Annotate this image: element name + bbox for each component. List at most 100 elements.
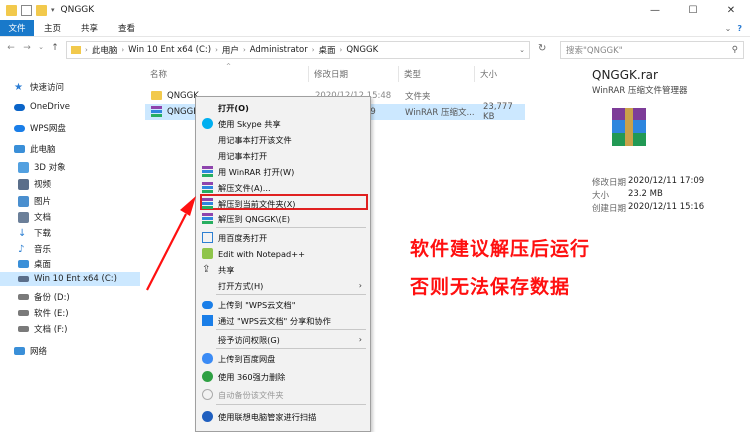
- menu-item-wps-upload[interactable]: 上传到 "WPS云文档": [196, 297, 370, 312]
- close-button[interactable]: ✕: [712, 0, 750, 20]
- menu-item-label: 打开方式(H): [218, 280, 264, 291]
- menu-item-grant-access[interactable]: 授予访问权限(G) ›: [196, 332, 370, 347]
- menu-item-extract-files[interactable]: 解压文件(A)...: [196, 180, 370, 195]
- back-icon[interactable]: ←: [4, 43, 18, 53]
- address-dropdown-icon[interactable]: ⌄: [515, 46, 529, 54]
- refresh-icon[interactable]: ↻: [538, 43, 546, 54]
- sidebar-item-pictures[interactable]: 图片: [18, 194, 140, 208]
- menu-item-baidu-open[interactable]: 用百度秀打开: [196, 230, 370, 245]
- context-menu: 打开(O) 使用 Skype 共享 用记事本打开该文件 用记事本打开 用 Win…: [195, 96, 371, 432]
- forward-icon[interactable]: →: [20, 43, 34, 53]
- sidebar-item-3d-objects[interactable]: 3D 对象: [18, 160, 140, 174]
- new-folder-icon[interactable]: [36, 4, 47, 16]
- tab-share[interactable]: 共享: [71, 20, 108, 36]
- menu-item-open[interactable]: 打开(O): [196, 100, 370, 115]
- breadcrumb-this-pc[interactable]: 此电脑: [92, 44, 118, 56]
- sidebar-item-downloads[interactable]: ↓ 下载: [18, 226, 140, 240]
- document-icon: [18, 211, 29, 223]
- details-file-name: QNGGK.rar: [592, 68, 658, 82]
- up-icon[interactable]: ↑: [48, 43, 62, 53]
- column-divider[interactable]: [474, 66, 475, 82]
- menu-item-share[interactable]: ⇪ 共享: [196, 262, 370, 277]
- column-header-name[interactable]: 名称: [150, 68, 167, 80]
- menu-item-baidu-pan-upload[interactable]: 上传到百度网盘: [196, 351, 370, 366]
- breadcrumb-qnggk[interactable]: QNGGK: [346, 45, 378, 55]
- tab-view[interactable]: 查看: [108, 20, 145, 36]
- download-icon: ↓: [18, 227, 27, 239]
- tab-home[interactable]: 主页: [34, 20, 71, 36]
- sidebar-item-this-pc[interactable]: 此电脑: [14, 142, 140, 156]
- menu-item-label: 上传到百度网盘: [218, 353, 276, 364]
- column-header-modified[interactable]: 修改日期: [314, 68, 348, 80]
- recent-dropdown-icon[interactable]: ⌄: [34, 43, 48, 51]
- menu-item-notepadpp[interactable]: Edit with Notepad++: [196, 246, 370, 261]
- minimize-button[interactable]: —: [636, 0, 674, 20]
- menu-item-wps-share[interactable]: 通过 "WPS云文档" 分享和协作: [196, 313, 370, 328]
- column-header-size[interactable]: 大小: [480, 68, 497, 80]
- sidebar-item-label: OneDrive: [30, 102, 70, 112]
- menu-item-auto-backup[interactable]: 自动备份该文件夹: [196, 387, 370, 402]
- address-bar[interactable]: › 此电脑 › Win 10 Ent x64 (C:) › 用户 › Admin…: [66, 41, 530, 59]
- desktop-icon: [18, 260, 29, 268]
- title-bar: ▾ QNGGK — ☐ ✕: [0, 0, 750, 20]
- menu-item-label: 打开(O): [218, 102, 249, 113]
- network-icon: [14, 347, 25, 355]
- search-input[interactable]: 搜索"QNGGK" ⚲: [560, 41, 744, 59]
- menu-item-notepad-open-file[interactable]: 用记事本打开该文件: [196, 132, 370, 147]
- checkbox-icon[interactable]: [21, 4, 32, 16]
- breadcrumb-drive-c[interactable]: Win 10 Ent x64 (C:): [128, 45, 211, 55]
- column-divider[interactable]: [398, 66, 399, 82]
- help-button[interactable]: ?: [737, 24, 742, 33]
- sidebar-item-quick-access[interactable]: ★ 快速访问: [14, 80, 140, 94]
- menu-item-extract-here[interactable]: 解压到当前文件夹(X): [196, 196, 370, 211]
- sidebar-item-network[interactable]: 网络: [14, 344, 140, 358]
- menu-item-notepad-open[interactable]: 用记事本打开: [196, 148, 370, 163]
- chevron-right-icon[interactable]: ›: [312, 46, 315, 54]
- sidebar-item-drive-d[interactable]: 备份 (D:): [18, 290, 140, 304]
- chevron-right-icon[interactable]: ›: [121, 46, 124, 54]
- chevron-right-icon[interactable]: ›: [243, 46, 246, 54]
- menu-item-360-delete[interactable]: 使用 360强力删除: [196, 369, 370, 384]
- menu-item-label: 自动备份该文件夹: [218, 389, 284, 400]
- menu-item-winrar-open[interactable]: 用 WinRAR 打开(W): [196, 164, 370, 179]
- details-key: 大小: [592, 191, 610, 201]
- chevron-right-icon: ›: [358, 335, 362, 344]
- winrar-icon: [202, 166, 213, 177]
- search-icon[interactable]: ⚲: [732, 45, 738, 55]
- expand-ribbon-icon[interactable]: ⌄: [725, 24, 732, 33]
- menu-item-lenovo-scan[interactable]: 使用联想电脑管家进行扫描: [196, 409, 370, 424]
- sidebar-item-desktop[interactable]: 桌面: [18, 257, 140, 271]
- menu-separator: [216, 348, 366, 349]
- drive-icon: [18, 326, 29, 332]
- wps-share-icon: [202, 315, 213, 326]
- star-icon: ★: [14, 81, 23, 93]
- column-divider[interactable]: [308, 66, 309, 82]
- column-header-type[interactable]: 类型: [404, 68, 421, 80]
- maximize-button[interactable]: ☐: [674, 0, 712, 20]
- menu-item-skype-share[interactable]: 使用 Skype 共享: [196, 116, 370, 131]
- sidebar-item-drive-e[interactable]: 软件 (E:): [18, 306, 140, 320]
- sidebar-item-music[interactable]: ♪ 音乐: [18, 242, 140, 256]
- sidebar-item-drive-f[interactable]: 文档 (F:): [18, 322, 140, 336]
- sidebar-item-drive-c[interactable]: Win 10 Ent x64 (C:): [0, 272, 140, 286]
- qat-dropdown-icon[interactable]: ▾: [51, 6, 55, 14]
- folder-icon: [71, 46, 81, 54]
- wps-cloud-icon: [14, 124, 25, 132]
- folder-icon[interactable]: [6, 4, 17, 16]
- tab-file[interactable]: 文件: [0, 20, 34, 36]
- menu-item-open-with[interactable]: 打开方式(H) ›: [196, 278, 370, 293]
- breadcrumb-desktop[interactable]: 桌面: [319, 44, 336, 56]
- sidebar-item-onedrive[interactable]: OneDrive: [14, 100, 140, 114]
- menu-item-label: 解压到 QNGGK\(E): [218, 213, 291, 224]
- breadcrumb-users[interactable]: 用户: [222, 44, 239, 56]
- menu-item-extract-to-folder[interactable]: 解压到 QNGGK\(E): [196, 211, 370, 226]
- menu-separator: [216, 294, 366, 295]
- annotation-line-2: 否则无法保存数据: [410, 276, 571, 298]
- breadcrumb-administrator[interactable]: Administrator: [250, 45, 308, 55]
- sidebar-item-videos[interactable]: 视频: [18, 177, 140, 191]
- chevron-right-icon[interactable]: ›: [215, 46, 218, 54]
- sidebar-item-documents[interactable]: 文档: [18, 210, 140, 224]
- chevron-right-icon[interactable]: ›: [340, 46, 343, 54]
- wps-upload-icon: [202, 301, 213, 309]
- sidebar-item-wps-cloud[interactable]: WPS网盘: [14, 121, 140, 135]
